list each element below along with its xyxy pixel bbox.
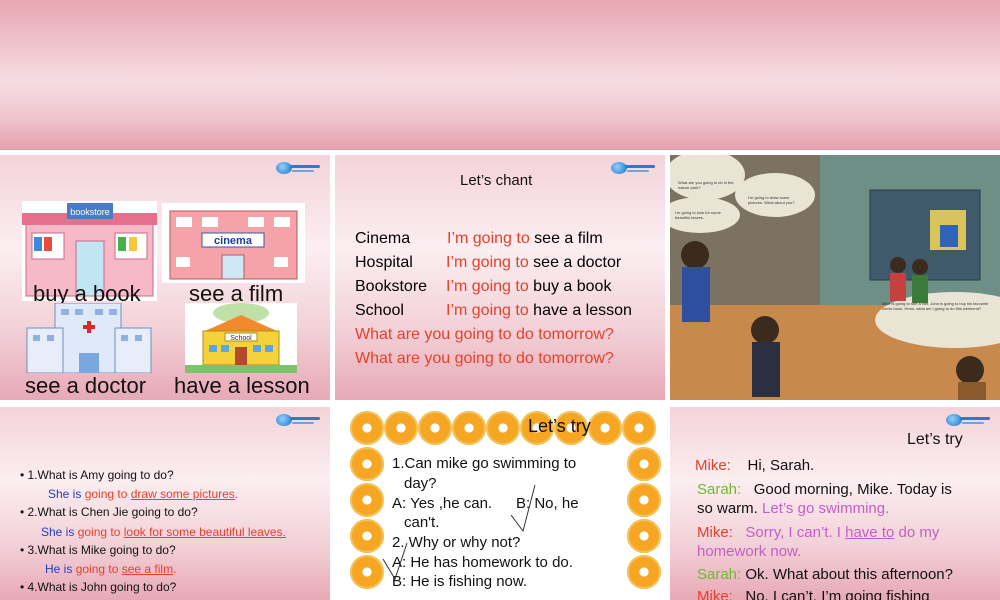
slide-thumbnail-2[interactable]: Let’s chant Cinema I’m going to see a fil… bbox=[335, 155, 665, 400]
dialogue-line: Mike: Hi, Sarah. bbox=[695, 457, 814, 474]
answer: She is going to draw some pictures. bbox=[48, 487, 238, 501]
question: • 3.What is Mike going to do? bbox=[20, 543, 176, 557]
speech-underlined: have to bbox=[845, 524, 895, 541]
slide-thumbnail-6[interactable]: Let’s try Mike: Hi, Sarah. Sarah: Good m… bbox=[670, 407, 1000, 600]
chant-row: Bookstore I’m going to buy a book bbox=[355, 278, 611, 296]
question: • 2.What is Chen Jie going to do? bbox=[20, 505, 198, 519]
speech-highlight: Let’s go swimming. bbox=[762, 500, 890, 517]
slide-title: Let’s chant bbox=[460, 172, 533, 189]
answer-subject: She is bbox=[41, 525, 75, 539]
going-to: I’m going to bbox=[447, 230, 530, 247]
publisher-logo-icon bbox=[611, 161, 657, 175]
school-illustration: School bbox=[185, 303, 297, 373]
speaker-mike: Mike: bbox=[697, 588, 733, 600]
dialogue-line: so warm. Let’s go swimming. bbox=[697, 500, 889, 517]
slide-thumbnail-1[interactable]: bookstore cinema buy a book see a film S… bbox=[0, 155, 330, 400]
answer-activity: draw some pictures bbox=[130, 487, 235, 501]
speech: Good morning, Mike. Today is bbox=[753, 481, 952, 498]
label-have-a-lesson: have a lesson bbox=[174, 373, 310, 398]
speech-bubble: What are you going to do in the nature p… bbox=[678, 180, 734, 190]
speaker-sarah: Sarah: bbox=[697, 566, 742, 583]
dialogue-line: Sarah: Ok. What about this afternoon? bbox=[697, 566, 953, 583]
answer-going: going to bbox=[84, 487, 128, 501]
dialogue-line: Sarah: Good morning, Mike. Today is bbox=[697, 481, 952, 498]
question-text: 2.What is Chen Jie going to do? bbox=[27, 505, 198, 519]
answer-end: . bbox=[234, 487, 239, 501]
activity: see a film bbox=[534, 230, 603, 247]
activity: buy a book bbox=[533, 278, 612, 295]
place: Bookstore bbox=[355, 278, 428, 295]
cinema-illustration: cinema bbox=[162, 203, 305, 283]
answer-end: . bbox=[173, 562, 177, 576]
speech: Sorry, I can’t. I bbox=[745, 524, 841, 541]
dialogue-line: Mike: Sorry, I can’t. I have to do my bbox=[697, 524, 939, 541]
label-see-a-doctor: see a doctor bbox=[25, 373, 147, 398]
place: Hospital bbox=[355, 254, 413, 271]
answer-subject: He is bbox=[45, 562, 73, 576]
header-band bbox=[0, 0, 1000, 150]
question-text: 3.What is Mike going to do? bbox=[27, 543, 176, 557]
place: Cinema bbox=[355, 230, 411, 247]
speech-bubble: I’m going to look for some beautiful lea… bbox=[675, 210, 721, 220]
answer-subject: She is bbox=[48, 487, 82, 501]
activity: see a doctor bbox=[533, 254, 622, 271]
speech: No, I can’t. I’m going fishing bbox=[745, 588, 930, 600]
speaker-mike: Mike: bbox=[697, 524, 733, 541]
chant-row: School I’m going to have a lesson bbox=[355, 302, 632, 320]
speech: . bbox=[797, 543, 802, 560]
speaker-sarah: Sarah: bbox=[697, 481, 742, 498]
chant-question: What are you going to do tomorrow? bbox=[355, 350, 614, 367]
textbook-scene-photo: What are you going to do in the nature p… bbox=[670, 155, 1000, 400]
hospital-illustration bbox=[25, 302, 153, 374]
bookstore-sign: bookstore bbox=[70, 207, 110, 217]
answer-going: going to bbox=[75, 562, 119, 576]
going-to: I’m going to bbox=[446, 278, 529, 295]
dialogue-line: homework now. bbox=[697, 543, 801, 560]
answer: She is going to look for some beautiful … bbox=[41, 525, 286, 539]
going-to: I’m going to bbox=[446, 254, 529, 271]
slide-thumbnail-5[interactable]: Let’s try 1.Can mike go swimming to day?… bbox=[335, 407, 665, 600]
cinema-sign: cinema bbox=[214, 235, 253, 247]
chant-row: Hospital I’m going to see a doctor bbox=[355, 254, 621, 272]
chant-question: What are you going to do tomorrow? bbox=[355, 326, 614, 343]
question: • 4.What is John going to do? bbox=[20, 580, 177, 594]
speech: do my bbox=[898, 524, 940, 541]
speaker-mike: Mike: bbox=[695, 457, 731, 474]
activity: have a lesson bbox=[533, 302, 632, 319]
answer-activity: see a film bbox=[121, 562, 174, 576]
question-text: 1.What is Amy going to do? bbox=[27, 468, 174, 482]
answer-going: going to bbox=[77, 525, 121, 539]
speech: Hi, Sarah. bbox=[747, 457, 815, 474]
speech: so warm. bbox=[697, 500, 758, 517]
slide-thumbnail-3[interactable]: What are you going to do in the nature p… bbox=[670, 155, 1000, 400]
question: • 1.What is Amy going to do? bbox=[20, 468, 174, 482]
check-marks bbox=[382, 484, 536, 581]
publisher-logo-icon bbox=[276, 413, 322, 427]
answer-activity: look for some beautiful leaves. bbox=[123, 525, 286, 539]
speech-bubble: Mike is going to see a film. John is goi… bbox=[882, 301, 989, 311]
speech: Ok. What about this afternoon? bbox=[745, 566, 953, 583]
speech: homework now bbox=[697, 543, 798, 560]
slide-thumbnail-4[interactable]: • 1.What is Amy going to do? She is goin… bbox=[0, 407, 330, 600]
school-sign: School bbox=[230, 335, 252, 342]
question-text: 4.What is John going to do? bbox=[27, 580, 177, 594]
going-to: I’m going to bbox=[446, 302, 529, 319]
publisher-logo-icon bbox=[946, 413, 992, 427]
place: School bbox=[355, 302, 404, 319]
slide-title: Let’s try bbox=[907, 431, 963, 448]
dialogue-line: Mike: No, I can’t. I’m going fishing bbox=[697, 588, 930, 600]
answer: He is going to see a film. bbox=[45, 562, 176, 576]
speech-bubble: I’m going to draw some pictures. What ab… bbox=[748, 195, 795, 205]
chant-row: Cinema I’m going to see a film bbox=[355, 230, 603, 248]
publisher-logo-icon bbox=[276, 161, 322, 175]
